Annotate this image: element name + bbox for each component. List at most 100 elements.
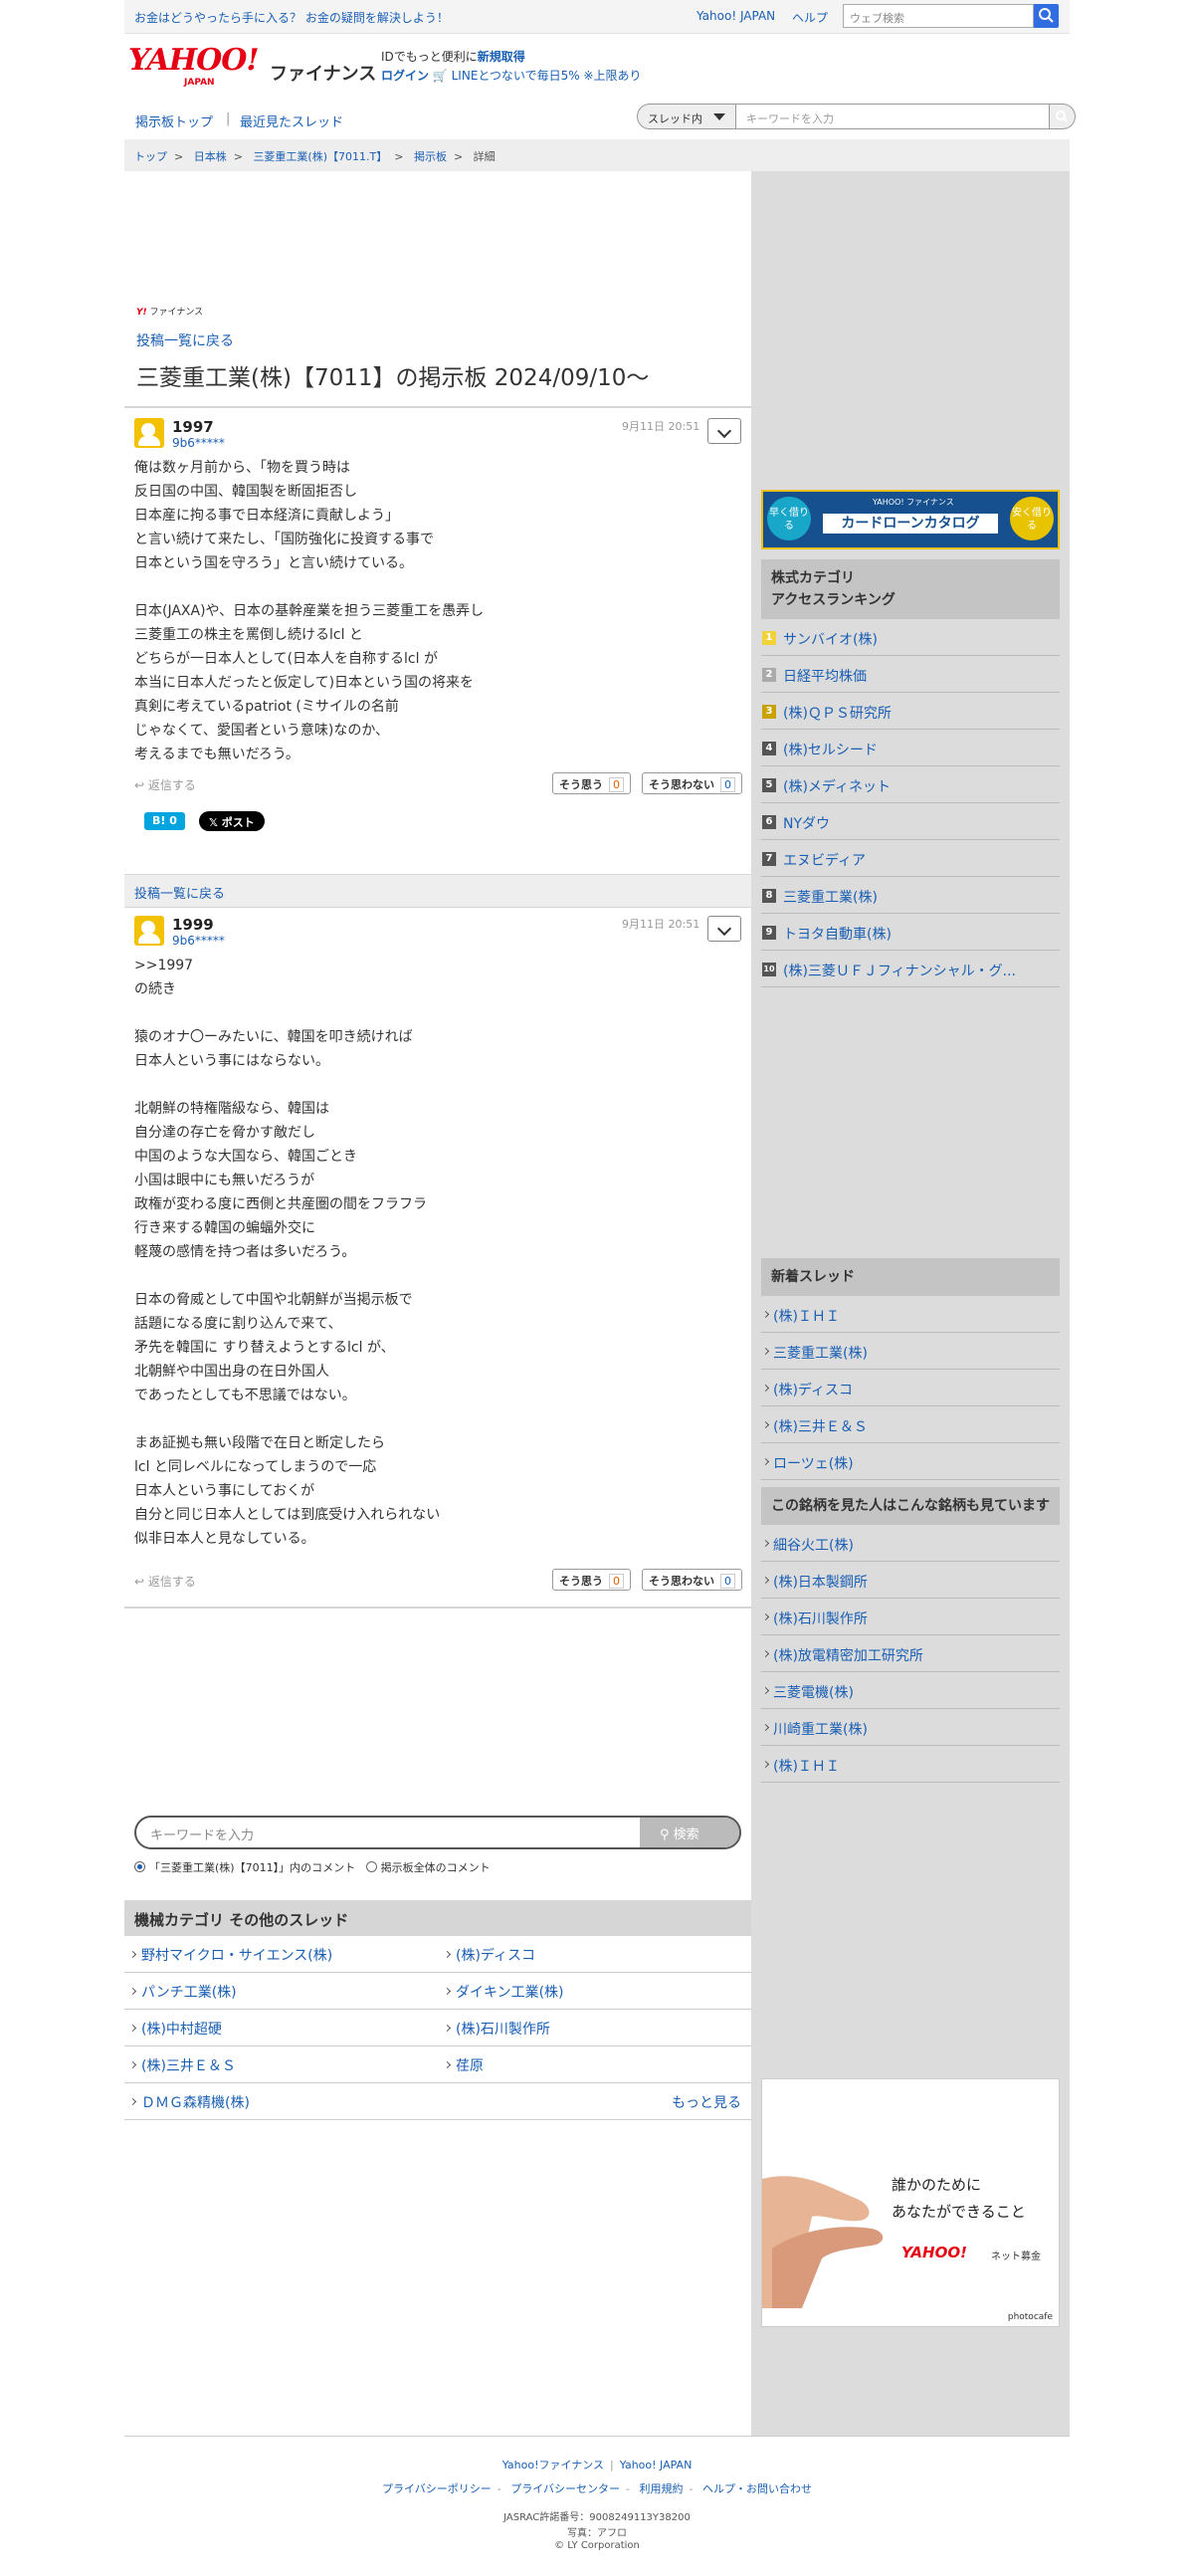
ranking-item[interactable]: 10 (株)三菱ＵＦＪフィナンシャル・グ...	[761, 951, 1060, 987]
other-thread-link[interactable]: (株)ディスコ	[445, 1945, 535, 1965]
agree-label: そう思う	[559, 778, 603, 791]
bottom-search-button-label: 検索	[673, 1827, 699, 1842]
help-contact-link[interactable]: ヘルプ・お問い合わせ	[702, 2482, 812, 2495]
terms-link[interactable]: 利用規約	[640, 2482, 684, 2495]
new-thread-link[interactable]: (株)三井Ｅ＆Ｓ	[761, 1406, 1060, 1443]
yahoo-finance-logo[interactable]: YAHOO! JAPAN ファイナンス	[128, 43, 376, 89]
new-thread-link[interactable]: (株)ＩＨＩ	[761, 1296, 1060, 1333]
line-promo-link[interactable]: LINEとつないで毎日5% ※上限あり	[452, 69, 642, 83]
rank-badge: 2	[762, 668, 776, 682]
ranking-item[interactable]: 7 エヌビディア	[761, 840, 1060, 877]
agree-button[interactable]: そう思う 0	[552, 772, 631, 794]
bottom-search-input[interactable]: キーワードを入力	[150, 1825, 254, 1843]
search-icon	[1056, 110, 1068, 122]
ranking-item[interactable]: 1 サンバイオ(株)	[761, 619, 1060, 656]
ranking-item[interactable]: 4 (株)セルシード	[761, 730, 1060, 766]
logo-yahoo: YAHOO!	[128, 43, 260, 78]
also-viewed-link[interactable]: 三菱電機(株)	[761, 1672, 1060, 1709]
breadcrumb-board[interactable]: 掲示板	[414, 150, 447, 163]
post-body: >>1997 の続き 猿のオナ〇ーみたいに、韓国を叩き続ければ 日本人という事に…	[134, 958, 441, 1547]
new-thread-link[interactable]: ローツェ(株)	[761, 1443, 1060, 1480]
ranking-item[interactable]: 9 トヨタ自動車(株)	[761, 914, 1060, 951]
other-thread-link[interactable]: (株)石川製作所	[445, 2019, 550, 2039]
ranking-item[interactable]: 5 (株)メディネット	[761, 766, 1060, 803]
x-post-button[interactable]: 𝕏 ポスト	[199, 811, 265, 831]
rank-badge: 6	[762, 815, 776, 829]
radio-board[interactable]	[365, 1861, 377, 1872]
agree-button[interactable]: そう思う 0	[552, 1569, 631, 1591]
board-top-link[interactable]: 掲示板トップ	[135, 111, 213, 130]
footer: Yahoo!ファイナンス | Yahoo! JAPAN プライバシーポリシー - プラ…	[124, 2436, 1070, 2576]
more-link[interactable]: もっと見る	[672, 2092, 741, 2112]
yahoo-japan-link[interactable]: Yahoo! JAPAN	[696, 9, 775, 23]
radio-board-label[interactable]: 掲示板全体のコメント	[381, 1861, 491, 1874]
thread-search-button[interactable]	[1050, 104, 1076, 129]
back-to-list-bar[interactable]: 投稿一覧に戻る	[124, 874, 751, 908]
ad-title: カードローンカタログ	[823, 514, 998, 534]
breadcrumb-stock[interactable]: 三菱重工業(株)【7011.T】	[253, 150, 387, 163]
also-viewed-link[interactable]: 細谷火工(株)	[761, 1525, 1060, 1562]
search-scope-radios: 「三菱重工業(株)【7011】」内のコメント 掲示板全体のコメント	[134, 1859, 491, 1875]
other-thread-link[interactable]: 荏原	[445, 2055, 484, 2075]
avatar[interactable]	[134, 418, 164, 448]
hatena-bookmark-button[interactable]: B! 0	[144, 812, 185, 830]
ad-brand-sub: ネット募金	[991, 2252, 1041, 2262]
rank-badge: 8	[762, 889, 776, 903]
thread-search-input[interactable]: キーワードを入力	[736, 104, 1050, 129]
reply-button[interactable]: ↩ 返信する	[134, 776, 196, 793]
search-scope-select[interactable]: スレッド内	[637, 104, 736, 129]
disagree-button[interactable]: そう思わない 0	[642, 772, 742, 794]
footer-yahoo-link[interactable]: Yahoo! JAPAN	[620, 2459, 693, 2471]
other-thread-link[interactable]: パンチ工業(株)	[130, 1982, 237, 2002]
new-thread-link[interactable]: (株)ディスコ	[761, 1370, 1060, 1406]
rank-badge: 5	[762, 778, 776, 792]
footer-finance-link[interactable]: Yahoo!ファイナンス	[502, 2459, 604, 2471]
other-thread-link[interactable]: ダイキン工業(株)	[445, 1982, 564, 2002]
also-viewed-link[interactable]: (株)石川製作所	[761, 1599, 1060, 1635]
new-thread-link[interactable]: 三菱重工業(株)	[761, 1333, 1060, 1370]
reply-label: 返信する	[147, 1575, 196, 1589]
privacy-policy-link[interactable]: プライバシーポリシー	[382, 2482, 492, 2495]
also-viewed-link[interactable]: (株)放電精密加工研究所	[761, 1635, 1060, 1672]
promo-link[interactable]: お金はどうやったら手に入る？ お金の疑問を解決しよう！	[134, 9, 449, 26]
post-number[interactable]: 1999	[172, 916, 214, 934]
ranking-label: トヨタ自動車(株)	[783, 927, 892, 943]
disagree-button[interactable]: そう思わない 0	[642, 1569, 742, 1591]
avatar[interactable]	[134, 916, 164, 946]
also-viewed-link[interactable]: (株)ＩＨＩ	[761, 1746, 1060, 1783]
page-title: 三菱重工業(株)【7011】の掲示板 2024/09/10〜	[136, 365, 650, 391]
agree-count: 0	[609, 1574, 624, 1589]
register-link[interactable]: 新規取得	[478, 50, 525, 64]
reply-button[interactable]: ↩ 返信する	[134, 1573, 196, 1590]
also-viewed-link[interactable]: 川崎重工業(株)	[761, 1709, 1060, 1746]
post-user[interactable]: 9b6*****	[172, 934, 225, 948]
post-number[interactable]: 1997	[172, 418, 214, 436]
recent-threads-link[interactable]: 最近見たスレッド	[240, 111, 343, 130]
radio-thread[interactable]	[134, 1861, 145, 1872]
ranking-item[interactable]: 3 (株)ＱＰＳ研究所	[761, 693, 1060, 730]
card-loan-ad[interactable]: 早く借りる YAHOO! ファイナンス カードローンカタログ 安く借りる	[761, 490, 1060, 549]
ranking-item[interactable]: 6 NYダウ	[761, 803, 1060, 840]
help-link[interactable]: ヘルプ	[792, 9, 828, 26]
post-user[interactable]: 9b6*****	[172, 436, 225, 450]
breadcrumb-top[interactable]: トップ	[134, 150, 167, 163]
ranking-item[interactable]: 2 日経平均株価	[761, 656, 1060, 693]
other-thread-link[interactable]: ＤＭＧ森精機(株)	[130, 2092, 250, 2112]
post-menu-button[interactable]	[707, 916, 741, 942]
web-search-button[interactable]	[1034, 4, 1059, 28]
donation-ad[interactable]: 誰かのために あなたができること YAHOO! ネット募金 photocafe	[761, 2078, 1060, 2327]
other-thread-link[interactable]: 野村マイクロ・サイエンス(株)	[130, 1945, 332, 1965]
bottom-search-button[interactable]: ⚲ 検索	[640, 1818, 739, 1847]
web-search-input[interactable]: ウェブ検索	[843, 4, 1034, 28]
breadcrumb-japan-stocks[interactable]: 日本株	[194, 150, 227, 163]
rank-badge: 10	[762, 963, 776, 976]
radio-thread-label[interactable]: 「三菱重工業(株)【7011】」内のコメント	[149, 1861, 355, 1874]
login-link[interactable]: ログイン	[381, 69, 429, 83]
other-thread-link[interactable]: (株)中村超硬	[130, 2019, 222, 2039]
other-thread-link[interactable]: (株)三井Ｅ＆Ｓ	[130, 2055, 236, 2075]
post-menu-button[interactable]	[707, 418, 741, 444]
privacy-center-link[interactable]: プライバシーセンター	[510, 2482, 620, 2495]
ranking-item[interactable]: 8 三菱重工業(株)	[761, 877, 1060, 914]
back-to-list-link[interactable]: 投稿一覧に戻る	[136, 330, 234, 350]
also-viewed-link[interactable]: (株)日本製鋼所	[761, 1562, 1060, 1599]
